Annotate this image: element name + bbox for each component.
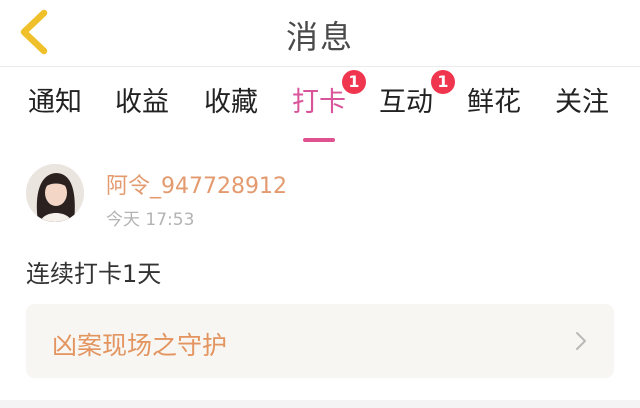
tab-interactions[interactable]: 互动 1 (379, 70, 455, 128)
card-title: 凶案现场之守护 (52, 331, 228, 360)
messages-page: 消息 通知 收益 收藏 打卡 1 互动 1 鲜花 关注 阿令_947728912… (0, 0, 640, 408)
message-text: 连续打卡1天 (26, 260, 162, 288)
unread-badge: 1 (342, 70, 366, 94)
tab-label: 互动 (379, 87, 433, 118)
tab-label: 通知 (28, 87, 82, 118)
tab-following[interactable]: 关注 (555, 80, 609, 128)
timestamp: 今天 17:53 (106, 210, 195, 230)
tab-checkin[interactable]: 打卡 1 (292, 70, 366, 142)
chevron-right-icon (576, 332, 586, 350)
tab-bar: 通知 收益 收藏 打卡 1 互动 1 鲜花 关注 (0, 66, 640, 142)
tab-label: 收益 (115, 87, 169, 118)
tab-label: 收藏 (204, 87, 258, 118)
tab-notifications[interactable]: 通知 (28, 80, 82, 128)
tab-favorites[interactable]: 收藏 (204, 80, 258, 128)
tab-label: 鲜花 (467, 87, 521, 118)
bottom-divider (0, 400, 640, 408)
tab-label: 打卡 (292, 87, 346, 118)
tab-flowers[interactable]: 鲜花 (467, 80, 521, 128)
username[interactable]: 阿令_947728912 (106, 168, 287, 200)
tab-label: 关注 (555, 87, 609, 118)
tab-earnings[interactable]: 收益 (115, 80, 169, 128)
page-title: 消息 (285, 18, 354, 56)
avatar[interactable] (26, 164, 84, 222)
header: 消息 (0, 0, 640, 67)
unread-badge: 1 (431, 70, 455, 94)
avatar-image (26, 164, 84, 222)
linked-content-card[interactable]: 凶案现场之守护 (26, 304, 614, 378)
active-tab-indicator (303, 138, 335, 142)
